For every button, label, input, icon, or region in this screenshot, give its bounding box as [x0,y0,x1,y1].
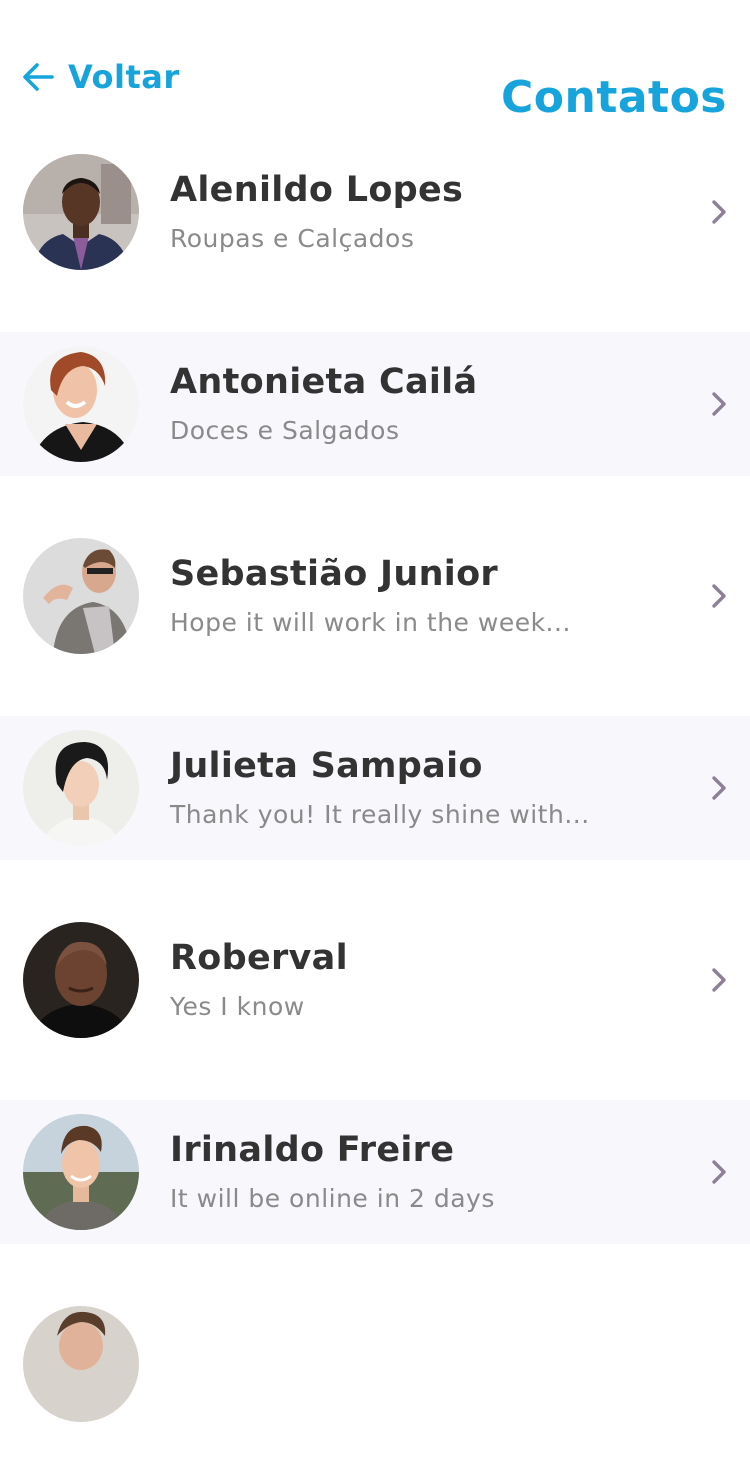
contact-message: Roupas e Calçados [170,224,415,253]
contact-list: Alenildo Lopes Roupas e Calçados Antonie… [0,140,750,1484]
header: Voltar Contatos [0,0,750,150]
contact-name: Julieta Sampaio [170,746,483,786]
chevron-right-icon [712,968,726,992]
chevron-right-icon [712,392,726,416]
contact-message: Thank you! It really shine with... [170,800,590,829]
contact-row[interactable]: Julieta Sampaio Thank you! It really shi… [0,716,750,860]
contact-row[interactable]: Antonieta Cailá Doces e Salgados [0,332,750,476]
avatar [23,922,139,1038]
arrow-left-icon [23,63,54,91]
contact-message: Doces e Salgados [170,416,400,445]
avatar [23,730,139,846]
contact-name: Sebastião Junior [170,554,498,594]
contact-message: Hope it will work in the week... [170,608,571,637]
avatar [23,538,139,654]
contact-row-partial[interactable] [0,1292,750,1436]
chevron-right-icon [712,776,726,800]
contact-name: Roberval [170,938,348,978]
contact-row[interactable]: Sebastião Junior Hope it will work in th… [0,524,750,668]
avatar [23,1306,139,1422]
avatar [23,154,139,270]
chevron-right-icon [712,1160,726,1184]
contact-row[interactable]: Irinaldo Freire It will be online in 2 d… [0,1100,750,1244]
back-label: Voltar [68,58,180,96]
chevron-right-icon [712,584,726,608]
back-button[interactable]: Voltar [20,55,180,99]
contact-name: Irinaldo Freire [170,1130,455,1170]
chevron-right-icon [712,200,726,224]
contact-row[interactable]: Alenildo Lopes Roupas e Calçados [0,140,750,284]
contact-name: Antonieta Cailá [170,362,478,402]
contact-message: It will be online in 2 days [170,1184,495,1213]
contact-message: Yes I know [170,992,305,1021]
page-title: Contatos [500,72,727,123]
contact-row[interactable]: Roberval Yes I know [0,908,750,1052]
avatar [23,1114,139,1230]
contact-name: Alenildo Lopes [170,170,464,210]
avatar [23,346,139,462]
